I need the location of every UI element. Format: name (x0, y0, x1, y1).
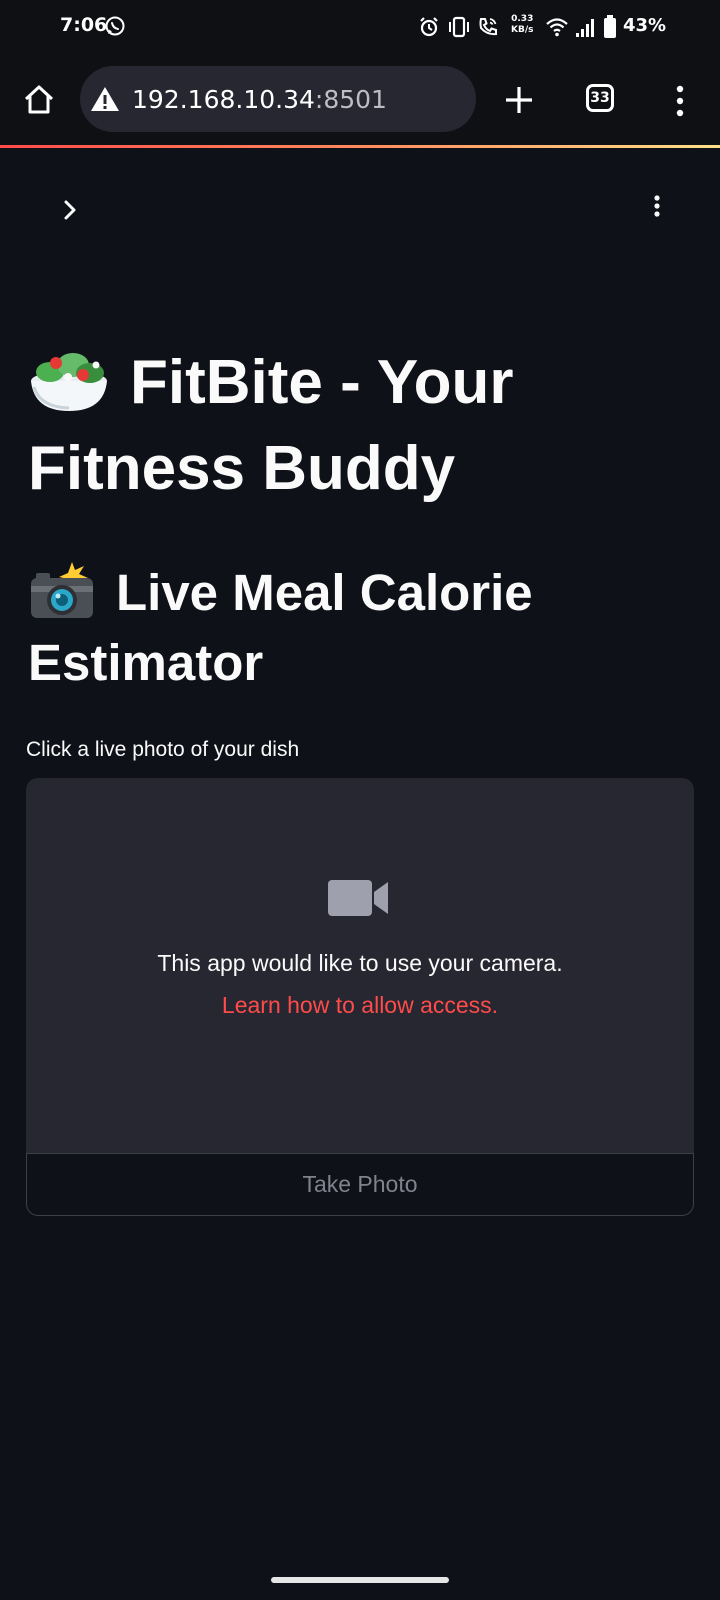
status-time: 7:06 (60, 14, 108, 36)
tab-switcher-button[interactable]: 33 (586, 84, 614, 112)
phone-screen: 7:06 0.33 KB/s 43% 192.168.10.34:8501 33… (0, 0, 720, 1600)
warning-icon (91, 87, 119, 111)
browser-toolbar: 192.168.10.34:8501 33 (0, 56, 720, 146)
more-vert-icon[interactable] (670, 84, 690, 118)
url-host: 192.168.10.34 (132, 85, 315, 114)
section-heading-text: Live Meal Calorie Estimator (28, 564, 533, 691)
home-indicator (271, 1577, 449, 1583)
address-bar[interactable]: 192.168.10.34:8501 (80, 66, 476, 132)
video-camera-icon (328, 880, 388, 916)
camera-permission-message: This app would like to use your camera. (157, 950, 563, 976)
app-menu-icon[interactable] (645, 193, 669, 223)
camera-flash-emoji-icon (31, 562, 93, 618)
camera-input-label: Click a live photo of your dish (26, 738, 300, 761)
wifi-call-icon (479, 18, 497, 36)
plus-icon[interactable] (502, 83, 536, 117)
network-speed: 0.33 KB/s (511, 14, 533, 36)
url-port: :8501 (314, 85, 387, 114)
battery-percentage: 43% (623, 15, 667, 36)
network-speed-value: 0.33 (511, 14, 534, 24)
home-icon[interactable] (22, 83, 56, 117)
signal-icon (576, 19, 594, 37)
vibrate-icon (449, 16, 469, 38)
url-text: 192.168.10.34:8501 (132, 85, 387, 114)
allow-access-link[interactable]: Learn how to allow access. (26, 992, 694, 1019)
salad-emoji-icon (31, 353, 107, 411)
camera-preview: This app would like to use your camera. … (26, 778, 694, 1153)
status-bar: 7:06 0.33 KB/s 43% (0, 0, 720, 56)
page-title: FitBite - Your Fitness Buddy (28, 340, 668, 512)
take-photo-button[interactable]: Take Photo (26, 1153, 694, 1216)
section-heading: Live Meal Calorie Estimator (28, 558, 668, 698)
alarm-icon (420, 17, 438, 37)
chevron-right-icon[interactable] (58, 198, 82, 222)
wifi-icon (546, 18, 568, 37)
battery-icon (604, 15, 616, 38)
network-speed-unit: KB/s (511, 25, 534, 35)
whatsapp-icon (105, 16, 125, 36)
page-load-progress (0, 145, 720, 148)
